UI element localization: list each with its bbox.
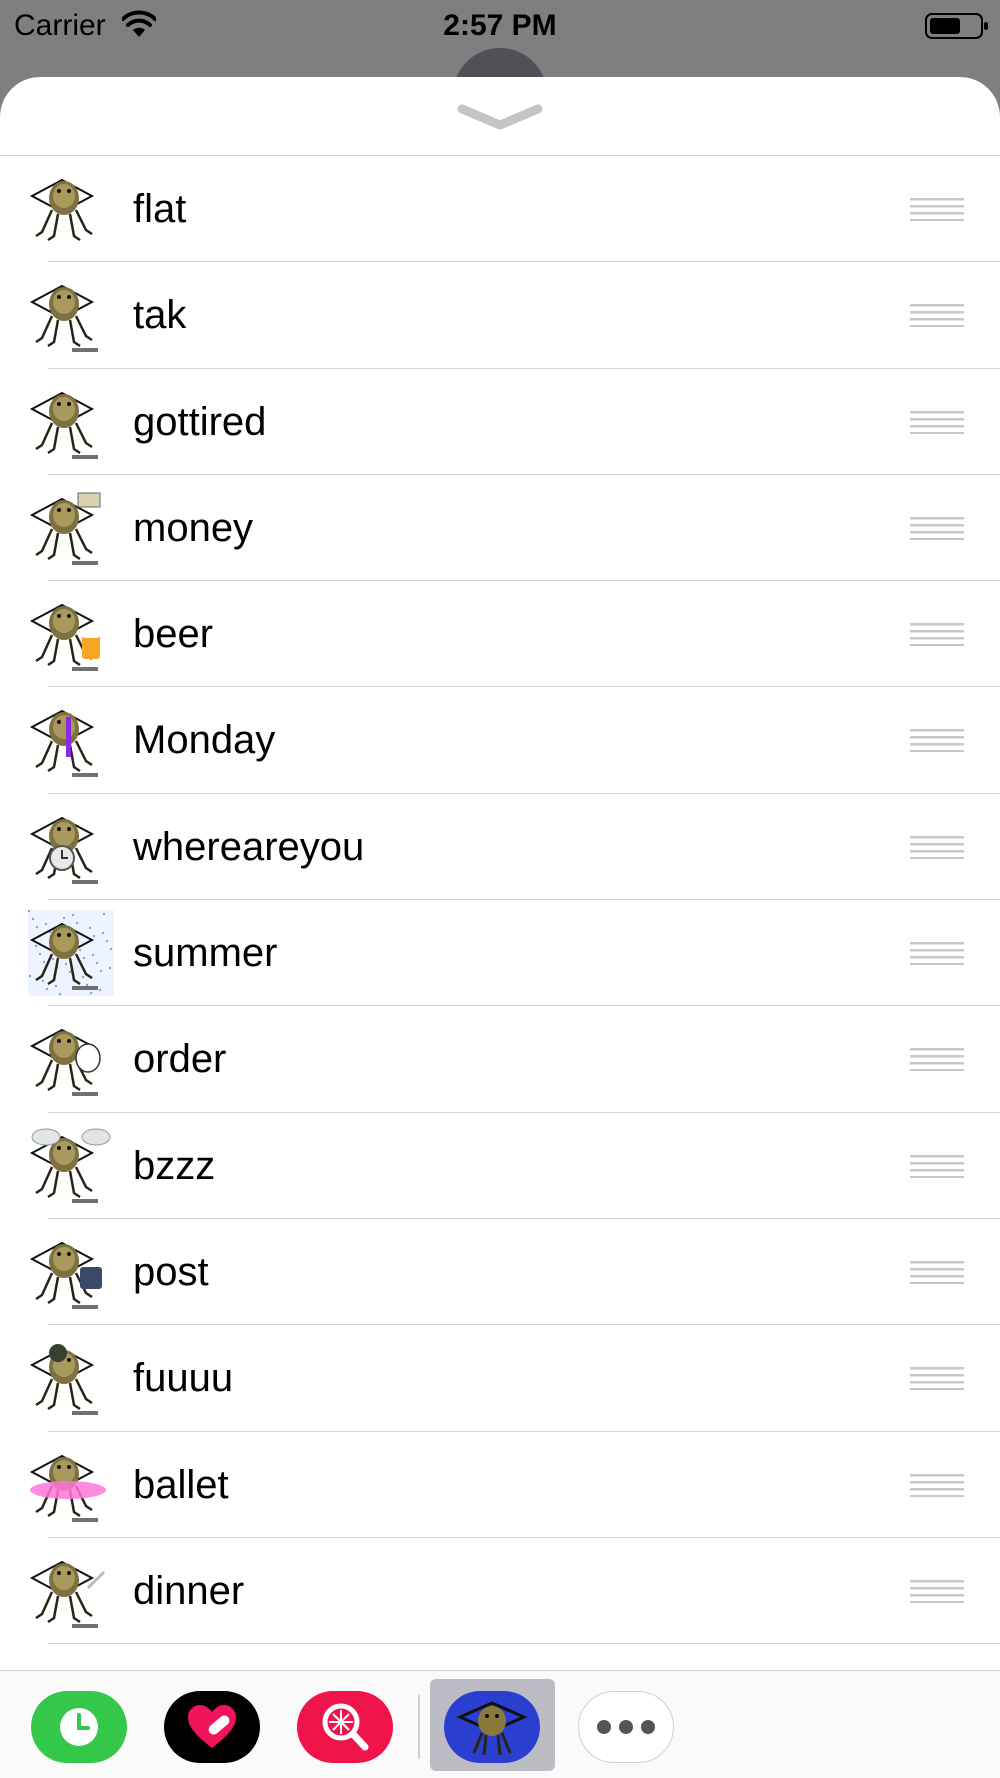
- reorder-handle-icon[interactable]: [910, 197, 964, 221]
- more-ellipsis-icon: [597, 1720, 655, 1734]
- sticker-name-label: money: [133, 505, 254, 550]
- sticker-name-label: dinner: [133, 1568, 245, 1613]
- sticker-name-label: beer: [133, 612, 214, 657]
- sticker-name-label: gottired: [133, 399, 267, 444]
- sticker-list-row[interactable]: Monday: [0, 687, 1000, 795]
- bug-sticker-thumbnail: [29, 710, 98, 778]
- sticker-name-label: Monday: [133, 718, 276, 763]
- reorder-handle-icon[interactable]: [910, 622, 964, 647]
- reorder-handle-icon[interactable]: [910, 1047, 964, 1072]
- chevron-down-icon[interactable]: [456, 101, 544, 131]
- bug-sticker-thumbnail: [29, 816, 98, 884]
- sticker-list-row[interactable]: post: [0, 1219, 1000, 1326]
- sticker-name-label: tak: [133, 293, 187, 338]
- sticker-list-row[interactable]: dinner: [0, 1538, 1000, 1645]
- reorder-handle-icon[interactable]: [910, 303, 964, 328]
- sticker-list-row[interactable]: money: [0, 475, 1000, 582]
- bug-sticker-thumbnail: [29, 285, 98, 353]
- sticker-name-label: summer: [133, 931, 278, 976]
- battery-icon: [925, 13, 988, 39]
- app-drawer: [0, 1670, 1000, 1778]
- sticker-name-label: order: [133, 1037, 227, 1082]
- status-time: 2:57 PM: [443, 9, 557, 42]
- more-apps-button[interactable]: [578, 1691, 674, 1763]
- sticker-list-row[interactable]: beer: [0, 581, 1000, 688]
- recents-clock-icon: [60, 1708, 98, 1746]
- reorder-handle-icon[interactable]: [910, 1579, 964, 1603]
- bug-sticker-thumbnail: [29, 1241, 102, 1309]
- messages-app-screen: Carrier 2:57 PM flat tak gottired money beer…: [0, 0, 1000, 1778]
- bug-sticker-app-button[interactable]: [444, 1691, 540, 1763]
- bug-sticker-thumbnail: [29, 1344, 98, 1416]
- sticker-list-row[interactable]: fuuuu: [0, 1325, 1000, 1432]
- sticker-list-row[interactable]: gottired: [0, 369, 1000, 476]
- status-bar: Carrier 2:57 PM: [0, 0, 1000, 52]
- bug-sticker-thumbnail: [29, 1029, 101, 1097]
- sticker-name-label: flat: [133, 187, 187, 231]
- reorder-handle-icon[interactable]: [910, 516, 964, 540]
- digital-touch-heart-icon: [188, 1705, 236, 1748]
- sticker-list-row[interactable]: bzzz: [0, 1113, 1000, 1220]
- bug-sticker-thumbnail: [29, 492, 101, 565]
- bug-sticker-thumbnail: [29, 178, 95, 242]
- sticker-list[interactable]: flat tak gottired money beer Monday whereareyo…: [0, 156, 1000, 1684]
- recents-app-button[interactable]: [31, 1691, 127, 1763]
- image-search-app-button[interactable]: [297, 1691, 393, 1763]
- reorder-handle-icon[interactable]: [910, 410, 964, 434]
- bug-sticker-app-icon: [456, 1701, 528, 1756]
- reorder-handle-icon[interactable]: [910, 1154, 964, 1178]
- sticker-list-row[interactable]: summer: [0, 900, 1000, 1007]
- reorder-handle-icon[interactable]: [910, 941, 964, 966]
- reorder-handle-icon[interactable]: [910, 728, 964, 753]
- sticker-name-label: post: [133, 1249, 209, 1294]
- drawer-separator: [418, 1695, 420, 1759]
- image-search-icon: [322, 1703, 369, 1751]
- bug-sticker-thumbnail: [29, 1454, 106, 1522]
- sticker-list-row[interactable]: ballet: [0, 1432, 1000, 1539]
- reorder-handle-icon[interactable]: [910, 1260, 964, 1284]
- bug-sticker-thumbnail: [29, 604, 100, 672]
- sticker-list-row[interactable]: order: [0, 1006, 1000, 1113]
- sticker-list-row[interactable]: flat: [0, 156, 1000, 263]
- sticker-list-row[interactable]: tak: [0, 262, 1000, 369]
- sticker-name-label: ballet: [133, 1462, 229, 1507]
- sticker-name-label: fuuuu: [133, 1356, 234, 1401]
- sticker-name-label: bzzz: [133, 1143, 216, 1188]
- sticker-name-label: whereareyou: [133, 824, 365, 869]
- sticker-list-sheet: flat tak gottired money beer Monday whereareyo…: [0, 77, 1000, 1778]
- reorder-handle-icon[interactable]: [910, 1366, 964, 1391]
- sticker-list-row[interactable]: whereareyou: [0, 794, 1000, 901]
- bug-sticker-thumbnail: [29, 1560, 106, 1628]
- reorder-handle-icon[interactable]: [910, 835, 964, 859]
- bug-sticker-thumbnail: [28, 910, 114, 997]
- bug-sticker-thumbnail: [29, 391, 98, 459]
- reorder-handle-icon[interactable]: [910, 1473, 964, 1497]
- bug-sticker-thumbnail: [29, 1128, 111, 1203]
- digital-touch-app-button[interactable]: [164, 1691, 260, 1763]
